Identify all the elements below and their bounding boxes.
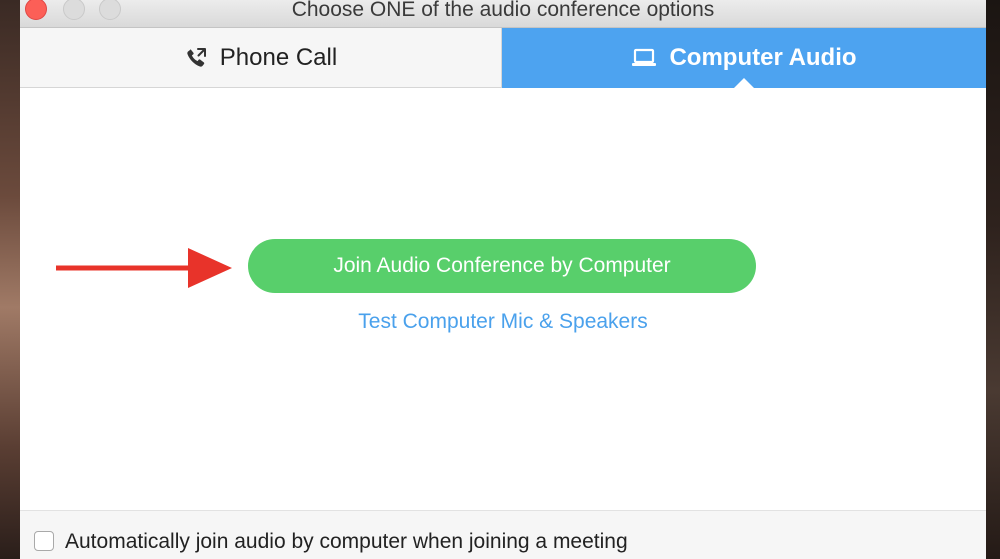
window-title: Choose ONE of the audio conference optio… <box>291 0 715 21</box>
tab-phone-call[interactable]: Phone Call <box>20 28 502 88</box>
background-photo-right <box>986 0 1000 559</box>
auto-join-checkbox[interactable] <box>34 531 54 551</box>
audio-option-tabs: Phone Call Computer Audio <box>20 28 986 88</box>
title-bar: Choose ONE of the audio conference optio… <box>20 0 986 28</box>
tab-computer-audio-label: Computer Audio <box>669 44 857 71</box>
phone-icon <box>184 46 208 70</box>
footer-bar: Automatically join audio by computer whe… <box>20 510 986 559</box>
audio-options-window: Choose ONE of the audio conference optio… <box>20 0 986 559</box>
red-arrow-annotation <box>56 248 232 288</box>
computer-audio-panel: Join Audio Conference by Computer Test C… <box>20 88 986 510</box>
test-mic-speakers-link: Test Computer Mic & Speakers <box>20 310 986 334</box>
test-mic-speakers-link-text[interactable]: Test Computer Mic & Speakers <box>358 310 647 333</box>
auto-join-label[interactable]: Automatically join audio by computer whe… <box>65 529 628 555</box>
laptop-icon <box>631 48 657 68</box>
tab-computer-audio[interactable]: Computer Audio <box>502 28 986 88</box>
tab-phone-call-label: Phone Call <box>219 43 338 71</box>
background-photo-left <box>0 0 20 559</box>
join-audio-by-computer-button[interactable]: Join Audio Conference by Computer <box>248 239 756 293</box>
